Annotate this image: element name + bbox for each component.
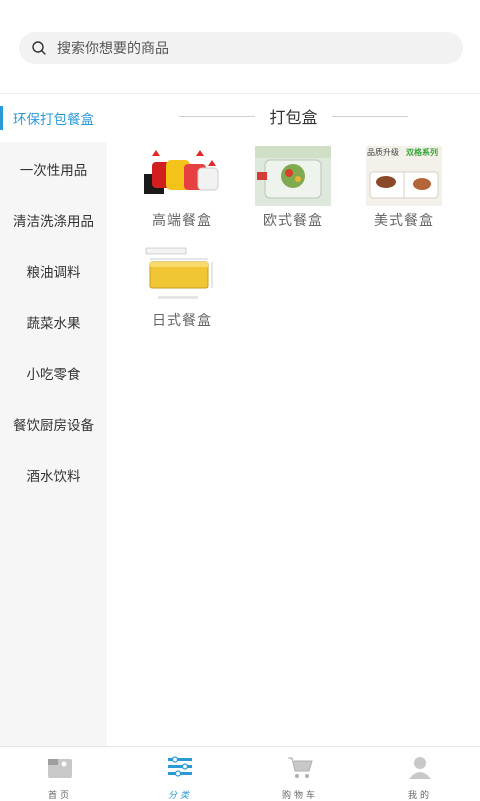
sidebar-item-snacks[interactable]: 小吃零食 bbox=[0, 349, 107, 397]
category-sidebar: 环保打包餐盒 一次性用品 清洁洗涤用品 粮油调料 蔬菜水果 小吃零食 餐饮厨房设… bbox=[0, 94, 107, 746]
product-image: 品质升级 双格系列 bbox=[366, 146, 442, 206]
product-name: 欧式餐盒 bbox=[263, 213, 323, 229]
product-image bbox=[144, 246, 220, 306]
sidebar-item-label: 一次性用品 bbox=[19, 163, 88, 179]
tab-category[interactable]: 分类 bbox=[120, 747, 240, 801]
sidebar-item-vegetables[interactable]: 蔬菜水果 bbox=[0, 298, 107, 346]
search-bar[interactable]: 搜索你想要的商品 bbox=[19, 32, 463, 64]
search-header: 搜索你想要的商品 bbox=[0, 0, 480, 94]
search-icon bbox=[32, 41, 46, 55]
sidebar-item-drinks[interactable]: 酒水饮料 bbox=[0, 451, 107, 499]
active-indicator bbox=[0, 106, 3, 130]
sidebar-item-label: 蔬菜水果 bbox=[26, 316, 81, 332]
section-header: 打包盒 bbox=[107, 104, 480, 128]
product-name: 日式餐盒 bbox=[152, 313, 212, 329]
sidebar-item-eco-packaging[interactable]: 环保打包餐盒 bbox=[0, 94, 107, 142]
tab-label: 我的 bbox=[407, 791, 432, 801]
sidebar-item-grain-oil[interactable]: 粮油调料 bbox=[0, 247, 107, 295]
sidebar-item-cleaning[interactable]: 清洁洗涤用品 bbox=[0, 196, 107, 244]
cart-icon bbox=[288, 757, 313, 778]
product-card[interactable]: 欧式餐盒 bbox=[238, 146, 348, 230]
sidebar-item-label: 粮油调料 bbox=[26, 265, 81, 281]
category-content: 打包盒 高端餐盒 欧式餐盒 品质升级 双格系列 美式餐盒 日式餐盒 bbox=[107, 94, 480, 746]
product-image bbox=[255, 146, 331, 206]
home-icon bbox=[48, 759, 72, 778]
tab-label: 首页 bbox=[47, 791, 72, 801]
tab-home[interactable]: 首页 bbox=[0, 747, 120, 801]
sidebar-item-label: 清洁洗涤用品 bbox=[13, 214, 94, 230]
user-icon bbox=[409, 757, 431, 779]
section-title: 打包盒 bbox=[269, 108, 318, 127]
overlay-label-right: 双格系列 bbox=[406, 147, 438, 157]
tab-label: 购物车 bbox=[281, 791, 318, 801]
sidebar-item-kitchen-equipment[interactable]: 餐饮厨房设备 bbox=[0, 400, 107, 448]
bottom-tab-bar: 首页 分类 购物车 我的 bbox=[0, 746, 480, 801]
tab-label: 分类 bbox=[167, 791, 192, 801]
tab-cart[interactable]: 购物车 bbox=[240, 747, 360, 801]
overlay-label-left: 品质升级 bbox=[367, 147, 399, 157]
sidebar-item-disposables[interactable]: 一次性用品 bbox=[0, 145, 107, 193]
tab-profile[interactable]: 我的 bbox=[360, 747, 480, 801]
sidebar-item-label: 环保打包餐盒 bbox=[13, 112, 94, 128]
product-card[interactable]: 品质升级 双格系列 美式餐盒 bbox=[349, 146, 459, 230]
search-input[interactable]: 搜索你想要的商品 bbox=[57, 38, 169, 58]
product-name: 美式餐盒 bbox=[374, 213, 434, 229]
sidebar-item-label: 酒水饮料 bbox=[26, 469, 81, 485]
divider-right bbox=[331, 115, 408, 117]
product-name: 高端餐盒 bbox=[152, 213, 212, 229]
product-card[interactable]: 日式餐盒 bbox=[127, 246, 237, 330]
divider-left bbox=[179, 115, 256, 117]
product-card[interactable]: 高端餐盒 bbox=[127, 146, 237, 230]
sidebar-item-label: 餐饮厨房设备 bbox=[13, 418, 94, 434]
category-icon bbox=[168, 756, 192, 777]
sidebar-item-label: 小吃零食 bbox=[26, 367, 81, 383]
product-image bbox=[144, 146, 220, 206]
